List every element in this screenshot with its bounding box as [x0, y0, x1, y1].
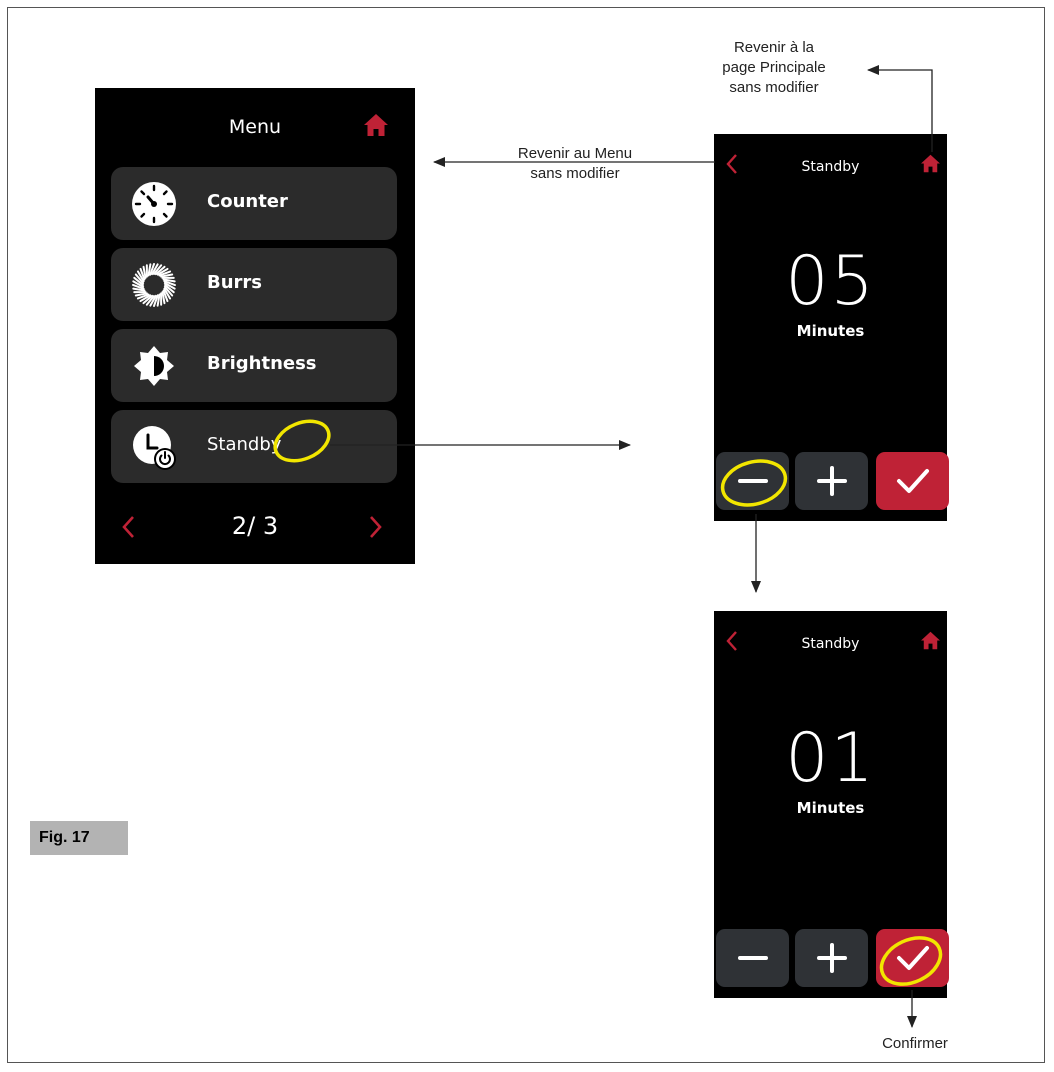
highlight-standby: [273, 419, 331, 463]
highlight-confirm: [879, 936, 943, 986]
arrow-home: [867, 65, 933, 152]
highlight-minus: [720, 459, 788, 507]
annotation-overlay: [273, 65, 943, 1028]
